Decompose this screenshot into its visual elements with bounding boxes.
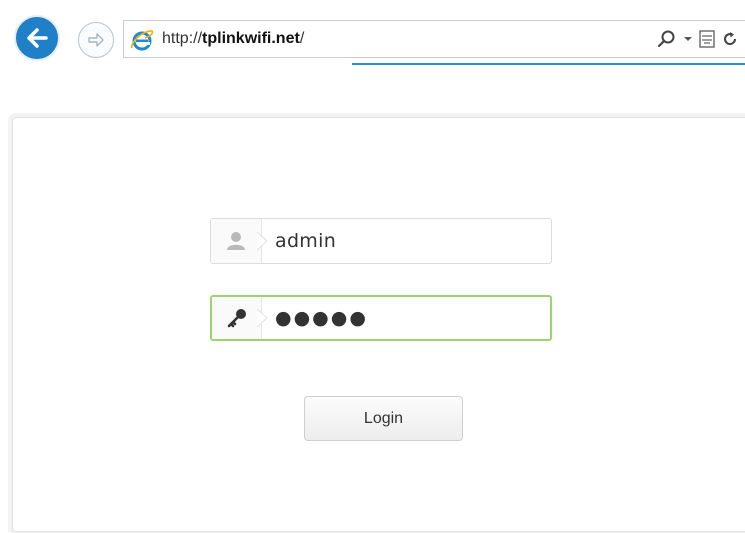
key-icon	[227, 309, 246, 328]
forward-button[interactable]	[78, 22, 114, 58]
user-icon	[227, 232, 245, 250]
chevron-down-icon[interactable]	[683, 34, 693, 44]
password-input[interactable]: ●●●●●	[275, 297, 368, 339]
arrow-left-icon	[27, 28, 48, 48]
username-icon-box	[211, 219, 262, 263]
chevron-right-icon	[257, 309, 268, 327]
arrow-right-icon	[88, 33, 104, 47]
browser-toolbar: http://tplinkwifi.net/	[0, 0, 745, 66]
url-suffix: /	[299, 30, 305, 47]
chevron-right-icon	[257, 232, 268, 250]
url-prefix: http://	[162, 30, 203, 47]
refresh-icon[interactable]	[721, 30, 739, 48]
compatibility-view-icon[interactable]	[699, 30, 715, 48]
search-icon[interactable]	[657, 29, 677, 49]
page-load-indicator	[352, 63, 745, 65]
password-field[interactable]: ●●●●●	[210, 295, 552, 341]
url-host: tplinkwifi.net	[202, 30, 300, 47]
address-bar[interactable]: http://tplinkwifi.net/	[123, 20, 745, 58]
login-button[interactable]: Login	[304, 396, 463, 441]
password-icon-box	[212, 297, 262, 339]
back-button[interactable]	[14, 15, 60, 61]
username-field[interactable]: admin	[210, 218, 552, 264]
internet-explorer-icon	[131, 30, 154, 51]
url-text: http://tplinkwifi.net/	[162, 30, 304, 48]
username-input[interactable]: admin	[275, 219, 336, 263]
